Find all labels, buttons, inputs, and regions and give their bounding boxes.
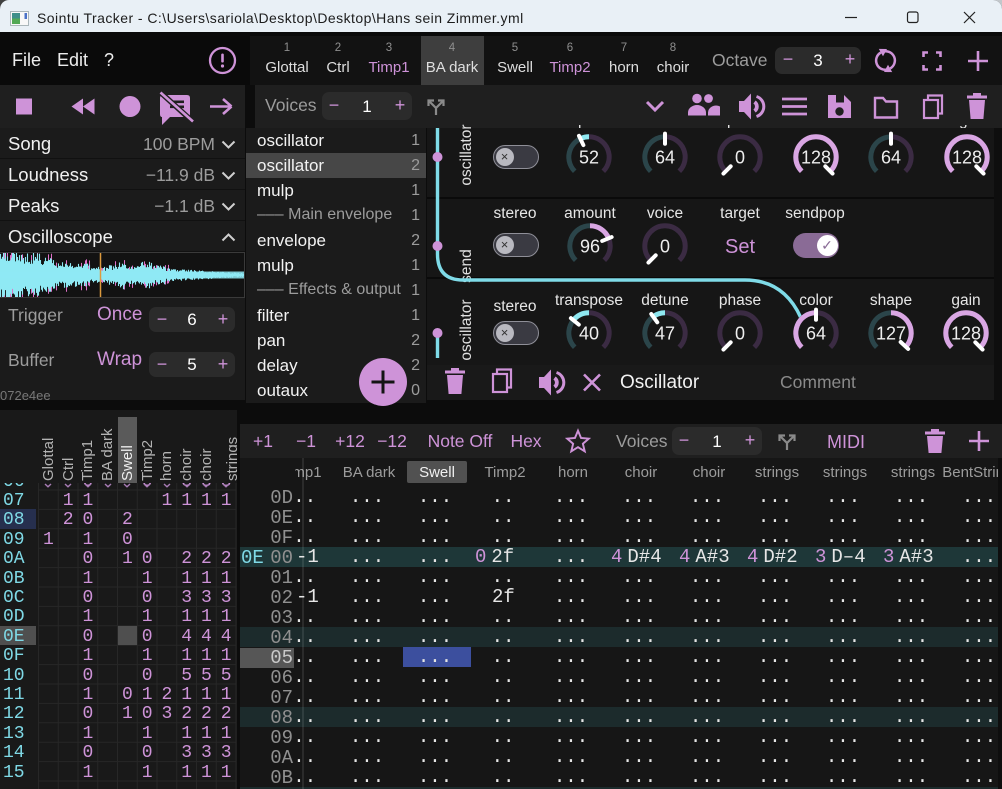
svg-text:target: target [720,205,760,222]
svg-text:shape: shape [870,292,912,309]
svg-text:gain: gain [951,292,980,309]
svg-text:amount: amount [564,205,616,222]
svg-text:64: 64 [881,148,901,168]
svg-text:64: 64 [655,148,675,168]
svg-text:128: 128 [801,148,831,168]
svg-text:phase: phase [719,292,761,309]
svg-text:0: 0 [735,148,745,168]
svg-text:voice: voice [647,205,683,222]
svg-text:52: 52 [579,148,599,168]
svg-text:detune: detune [641,292,688,309]
svg-text:transpose: transpose [555,292,623,309]
svg-text:40: 40 [579,324,599,344]
svg-text:0: 0 [660,237,670,257]
svg-text:127: 127 [876,324,906,344]
svg-text:128: 128 [951,324,981,344]
svg-text:64: 64 [806,324,826,344]
svg-text:128: 128 [952,148,982,168]
svg-text:sendpop: sendpop [785,205,844,222]
svg-text:stereo: stereo [493,205,536,222]
svg-text:96: 96 [580,237,600,257]
svg-text:color: color [799,292,833,309]
svg-text:0: 0 [735,324,745,344]
svg-text:47: 47 [655,324,675,344]
svg-text:Set: Set [725,236,755,258]
svg-text:stereo: stereo [493,298,536,315]
